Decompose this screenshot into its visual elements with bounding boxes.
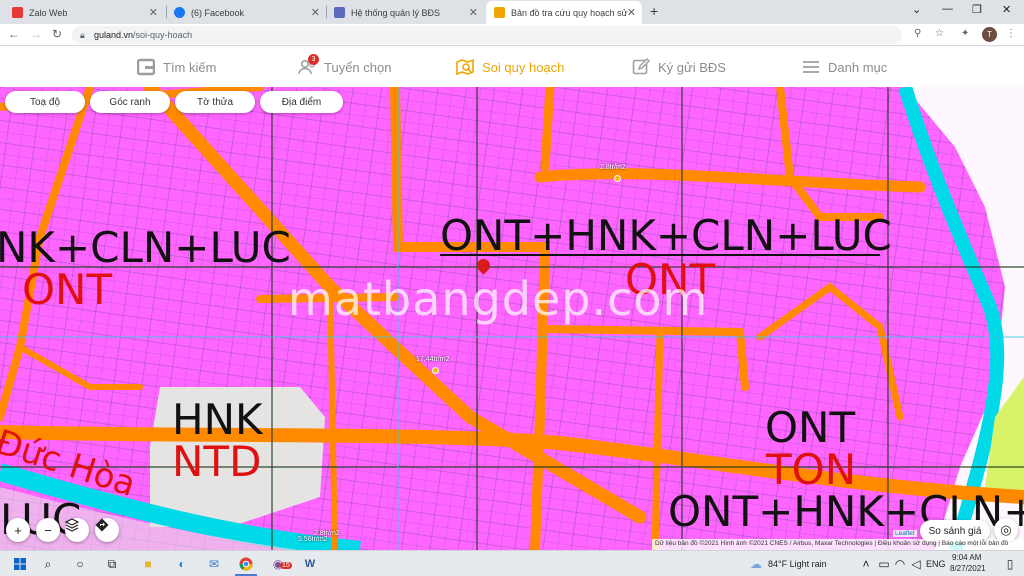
cortana-icon[interactable]: ○ [72,556,88,572]
windows-taskbar: ⌕ ○ ⧉ ■ ◐ ✉ ◉ 15 W ☁ 84°F Light rain ˄ ▭… [0,550,1024,576]
browser-menu-icon[interactable]: ⋮ [1006,28,1016,39]
file-explorer-icon[interactable]: ■ [140,556,156,572]
volume-icon[interactable]: ◁ [908,556,924,572]
price-marker-dot[interactable] [432,367,439,374]
bookmark-star-icon[interactable]: ☆ [935,28,944,39]
layers-icon[interactable] [65,518,89,542]
word-icon[interactable]: W [302,556,318,572]
weather-icon[interactable]: ☁ [748,556,764,572]
address-bar-row: ← → ↻ 🔒︎ guland.vn/soi-quy-hoach ⚲ ☆ ✦ T… [0,24,1024,46]
map-search-icon [456,58,474,76]
zoom-in-button[interactable]: + [6,518,30,542]
zone-label: NTD [172,437,262,486]
minimize-icon[interactable]: — [942,3,953,15]
tab-title: Zalo Web [29,7,68,18]
filter-chip-place[interactable]: Địa điểm [260,91,343,113]
clock-time[interactable]: 9:04 AM [952,553,981,562]
zone-label: ONT [765,403,856,452]
url-bar[interactable]: 🔒︎ guland.vn/soi-quy-hoach [72,26,902,44]
zone-label: ONT [22,265,113,314]
weather-text[interactable]: 84°F Light rain [768,559,827,569]
zalo-favicon-icon [12,7,23,18]
network-icon[interactable]: ▭ [876,556,892,572]
filter-chip-coordinates[interactable]: Toạ độ [5,91,85,113]
filter-chip-parcel[interactable]: Tờ thửa [175,91,255,113]
location-icon[interactable]: ⚲ [914,28,921,39]
profile-avatar[interactable]: T [982,27,997,42]
zone-label: TON [766,445,857,494]
viber-badge: 15 [280,562,292,569]
menu-icon [802,58,820,76]
url-host: guland.vn [94,30,134,40]
url-path: /soi-quy-hoach [133,30,193,40]
tab-facebook[interactable]: (6) Facebook ✕ [166,1,326,24]
chrome-icon[interactable] [238,556,254,572]
nav-item-curated[interactable]: 3 Tuyển chọn [298,54,392,77]
zone-label: ONT+HNK+CLN+LUC [440,211,892,260]
price-label: 17.44tr/m2 [416,356,450,363]
close-window-icon[interactable]: ✕ [1002,3,1011,16]
bds-favicon-icon [334,7,345,18]
browser-tab-bar: Zalo Web ✕ (6) Facebook ✕ Hệ thống quản … [0,0,1024,24]
forward-icon[interactable]: → [30,27,42,41]
filter-chip-corners[interactable]: Góc ranh [90,91,170,113]
new-tab-button[interactable]: + [650,3,658,19]
tab-guland-map[interactable]: Bản đồ tra cứu quy hoạch sử dụng ✕ [486,1,642,24]
tab-title: Bản đồ tra cứu quy hoạch sử dụng [511,7,629,18]
nav-label: Tìm kiếm [163,59,217,75]
lock-icon[interactable]: 🔒︎ [80,26,85,44]
nav-item-consign[interactable]: Ký gửi BĐS [632,57,726,77]
facebook-favicon-icon [174,7,185,18]
tab-search-icon[interactable]: ⌄ [912,3,921,16]
planning-map[interactable]: Toạ độ Góc ranh Tờ thửa Địa điểm ONT+HNK… [0,87,1024,550]
directions-icon[interactable] [95,518,119,542]
leaflet-link[interactable]: Leaflet [893,530,917,537]
nav-label: Danh mục [828,59,888,75]
tab-title: (6) Facebook [191,7,245,18]
task-view-icon[interactable]: ⧉ [104,556,120,572]
notifications-icon[interactable]: ▯ [1002,556,1018,572]
search-icon[interactable]: ⌕ [40,556,56,572]
zoom-out-button[interactable]: − [36,518,60,542]
close-tab-icon[interactable]: ✕ [149,6,158,19]
language-indicator[interactable]: ENG [926,559,946,569]
nav-label: Tuyển chọn [324,59,392,75]
maximize-icon[interactable]: ❐ [972,3,982,16]
reload-icon[interactable]: ↻ [52,27,62,41]
close-tab-icon[interactable]: ✕ [469,6,478,19]
zone-label: HNK [172,395,263,444]
guland-favicon-icon [494,7,505,18]
site-navigation: Tìm kiếm 3 Tuyển chọn Soi quy hoạch Ký g… [0,47,1024,87]
close-tab-icon[interactable]: ✕ [627,6,636,19]
close-tab-icon[interactable]: ✕ [311,6,320,19]
edge-icon[interactable]: ◐ [174,556,190,572]
extensions-icon[interactable]: ✦ [961,28,969,39]
windows-start-icon[interactable] [12,556,28,572]
tab-bds-system[interactable]: Hệ thống quản lý BĐS ✕ [326,1,484,24]
watermark: matbangdep.com [288,272,709,326]
nav-item-planning[interactable]: Soi quy hoạch [456,57,564,77]
tab-title: Hệ thống quản lý BĐS [351,7,441,18]
nav-label: Ký gửi BĐS [658,59,726,75]
map-attribution: Dữ liệu bản đồ ©2021 Hình ảnh ©2021 CNES… [652,539,1024,550]
tray-chevron-icon[interactable]: ˄ [858,556,874,572]
users-icon: 3 [298,54,319,76]
price-label: 2.8tr/m2 [600,164,626,171]
nav-label: Soi quy hoạch [482,59,565,75]
guland-logo-icon [137,58,155,76]
price-label: 5.56tr/m2 [298,536,328,543]
notification-badge: 3 [308,54,319,65]
edit-icon [632,58,650,76]
nav-item-search[interactable]: Tìm kiếm [137,57,216,77]
zone-label: NK+CLN+LUC [0,223,291,272]
back-icon[interactable]: ← [8,27,20,41]
clock-date[interactable]: 8/27/2021 [950,564,986,573]
price-marker-dot[interactable] [614,175,621,182]
nav-item-categories[interactable]: Danh mục [802,57,887,77]
mail-icon[interactable]: ✉ [206,556,222,572]
tab-zalo[interactable]: Zalo Web ✕ [4,1,164,24]
wifi-icon[interactable]: ◠ [892,556,908,572]
